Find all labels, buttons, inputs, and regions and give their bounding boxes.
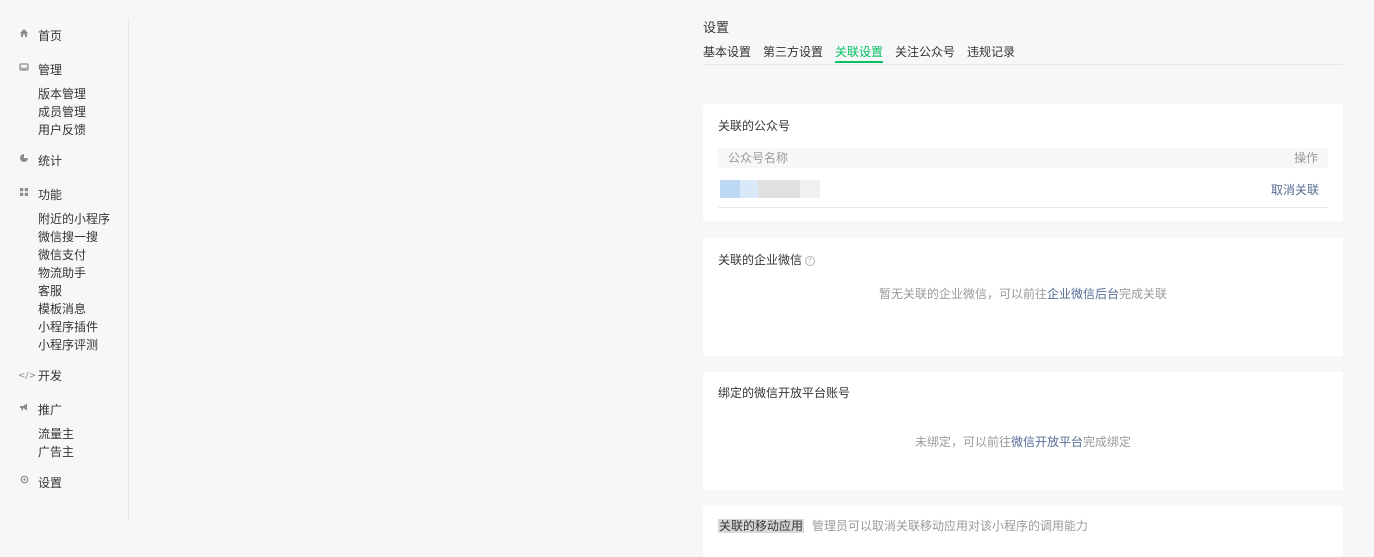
gear-icon: [18, 474, 30, 492]
nav-user-feedback[interactable]: 用户反馈: [38, 121, 86, 139]
nav-dev[interactable]: </> 开发: [18, 367, 62, 385]
table-row: 取消关联: [718, 170, 1328, 208]
wecom-empty-message: 暂无关联的企业微信，可以前往企业微信后台完成关联: [703, 285, 1343, 302]
mobile-app-description: 管理员可以取消关联移动应用对该小程序的调用能力: [812, 519, 1089, 533]
account-name-redacted: [740, 180, 758, 198]
mobile-app-card: 关联的移动应用 管理员可以取消关联移动应用对该小程序的调用能力: [703, 506, 1343, 557]
nav-stats[interactable]: 统计: [18, 152, 62, 170]
nav-nearby-miniprogram[interactable]: 附近的小程序: [38, 210, 110, 228]
wecom-empty-suffix: 完成关联: [1119, 287, 1168, 301]
nav-features-label: 功能: [38, 188, 63, 202]
nav-stats-label: 统计: [38, 154, 63, 168]
official-account-table-header: 公众号名称 操作: [718, 148, 1328, 168]
code-icon: </>: [18, 371, 37, 381]
grid-icon: [18, 186, 30, 204]
tab-link-settings[interactable]: 关联设置: [835, 43, 884, 63]
megaphone-icon: [18, 401, 30, 419]
nav-member-management[interactable]: 成员管理: [38, 103, 86, 121]
nav-promo-label: 推广: [38, 403, 63, 417]
nav-promo[interactable]: 推广: [18, 401, 62, 419]
wecom-admin-link[interactable]: 企业微信后台: [1047, 287, 1119, 301]
nav-settings-label: 设置: [38, 476, 63, 490]
nav-evaluation[interactable]: 小程序评测: [38, 336, 98, 354]
nav-customer-service[interactable]: 客服: [38, 282, 62, 300]
tab-violation-records[interactable]: 违规记录: [967, 43, 1015, 61]
open-platform-link[interactable]: 微信开放平台: [1011, 435, 1083, 449]
wecom-card: 关联的企业微信? 暂无关联的企业微信，可以前往企业微信后台完成关联: [703, 238, 1343, 356]
wecom-empty-prefix: 暂无关联的企业微信，可以前往: [878, 287, 1047, 301]
tab-basic-settings[interactable]: 基本设置: [703, 43, 751, 61]
open-platform-empty-message: 未绑定，可以前往微信开放平台完成绑定: [703, 433, 1343, 450]
column-action: 操作: [1293, 151, 1318, 165]
nav-plugins[interactable]: 小程序插件: [38, 318, 98, 336]
wecom-title: 关联的企业微信: [718, 253, 803, 267]
mobile-app-title: 关联的移动应用: [718, 519, 805, 533]
nav-traffic-master[interactable]: 流量主: [38, 425, 74, 443]
inbox-icon: [18, 61, 30, 79]
nav-home-label: 首页: [38, 29, 63, 43]
pie-chart-icon: [18, 152, 30, 170]
open-platform-empty-prefix: 未绑定，可以前往: [914, 435, 1011, 449]
account-avatar-redacted: [720, 180, 740, 198]
open-platform-empty-suffix: 完成绑定: [1083, 435, 1132, 449]
help-icon[interactable]: ?: [805, 256, 816, 266]
column-account-name: 公众号名称: [728, 151, 789, 165]
nav-home[interactable]: 首页: [18, 27, 62, 45]
open-platform-title: 绑定的微信开放平台账号: [718, 386, 851, 400]
tab-third-party-settings[interactable]: 第三方设置: [763, 43, 823, 61]
wecom-title-row: 关联的企业微信?: [718, 251, 816, 268]
tab-follow-official-account[interactable]: 关注公众号: [895, 43, 955, 61]
official-account-card: 关联的公众号 公众号名称 操作 取消关联: [703, 104, 1343, 221]
mobile-app-title-row: 关联的移动应用 管理员可以取消关联移动应用对该小程序的调用能力: [718, 517, 1088, 534]
nav-manage-label: 管理: [38, 63, 63, 77]
account-name-redacted-2: [758, 180, 800, 198]
nav-version-management[interactable]: 版本管理: [38, 85, 86, 103]
nav-logistics[interactable]: 物流助手: [38, 264, 86, 282]
unlink-button[interactable]: 取消关联: [1271, 181, 1319, 198]
nav-template-message[interactable]: 模板消息: [38, 300, 86, 318]
nav-wechat-search[interactable]: 微信搜一搜: [38, 228, 98, 246]
open-platform-card: 绑定的微信开放平台账号 未绑定，可以前往微信开放平台完成绑定: [703, 372, 1343, 490]
nav-features[interactable]: 功能: [18, 186, 62, 204]
page-title: 设置: [703, 21, 730, 36]
home-icon: [18, 27, 30, 45]
nav-dev-label: 开发: [38, 369, 63, 383]
nav-settings[interactable]: 设置: [18, 474, 62, 492]
nav-wechat-pay[interactable]: 微信支付: [38, 246, 86, 264]
nav-advertiser[interactable]: 广告主: [38, 443, 74, 461]
nav-manage[interactable]: 管理: [18, 61, 62, 79]
account-name-redacted-3: [800, 180, 820, 198]
settings-tabs: 基本设置 第三方设置 关联设置 关注公众号 违规记录: [703, 43, 1343, 65]
official-account-title: 关联的公众号: [718, 119, 791, 133]
